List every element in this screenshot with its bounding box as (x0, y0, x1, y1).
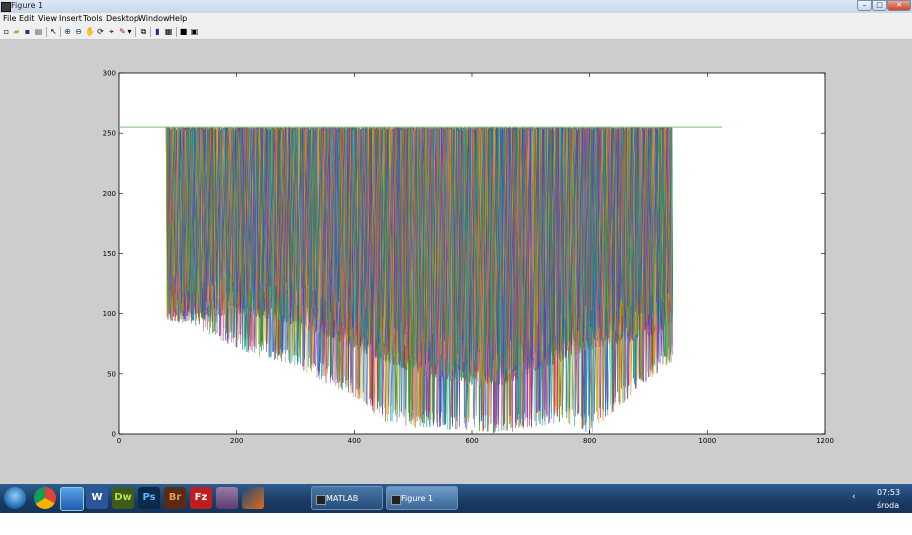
toolbar-separator (176, 27, 177, 37)
menu-window[interactable]: Window (138, 14, 170, 23)
rotate-3d-icon[interactable]: ⟳ (96, 27, 105, 36)
clock-day[interactable]: środa (877, 501, 899, 510)
menu-desktop[interactable]: Desktop (106, 14, 139, 23)
matlab-window-icon (316, 495, 326, 505)
x-tick-label: 1200 (816, 437, 834, 445)
y-tick-label: 150 (103, 250, 116, 258)
menu-help[interactable]: Help (169, 14, 187, 23)
toolbar-separator (60, 27, 61, 37)
windows-taskbar: W Dw Ps Br Fz MATLAB R20... Figure 1 ‹ 0… (0, 484, 912, 527)
toolbar-separator (46, 27, 47, 37)
zoom-in-icon[interactable]: ⊕ (63, 27, 72, 36)
taskbar-window-matlab[interactable]: MATLAB R20... (311, 486, 383, 527)
menu-edit[interactable]: Edit (19, 14, 35, 23)
chevron-down-icon[interactable]: ▾ (127, 27, 132, 36)
close-button[interactable]: ✕ (887, 0, 911, 11)
x-tick-label: 200 (230, 437, 243, 445)
desktop-app-icon[interactable] (60, 487, 84, 511)
x-tick-label: 400 (348, 437, 361, 445)
figure-canvas: 0 200 400 600 800 1000 1200 0 50 100 150 200 250 300 (0, 40, 912, 484)
word-app-icon[interactable]: W (86, 487, 108, 509)
toolbar-separator (150, 27, 151, 37)
virtualbox-app-icon[interactable] (216, 487, 238, 509)
x-tick-label: 0 (117, 437, 121, 445)
title-bar[interactable]: Figure 1 – □ ✕ (0, 0, 912, 13)
menu-tools[interactable]: Tools (83, 14, 103, 23)
new-figure-icon[interactable]: ▫ (2, 27, 11, 36)
figure-window-icon (391, 495, 401, 505)
taskbar-window-figure[interactable]: Figure 1 (386, 486, 458, 510)
figure-window: Figure 1 – □ ✕ File Edit View Insert Too… (0, 0, 912, 484)
clock-time[interactable]: 07:53 (877, 488, 900, 497)
x-tick-label: 600 (465, 437, 478, 445)
y-tick-label: 300 (103, 70, 116, 78)
photoshop-app-icon[interactable]: Ps (138, 487, 160, 509)
zoom-out-icon[interactable]: ⊖ (74, 27, 83, 36)
taskbar-window-label: MATLAB R20... (326, 494, 359, 527)
legend-icon[interactable]: ▦ (164, 27, 173, 36)
open-file-icon[interactable]: ▰ (12, 27, 21, 36)
link-plot-icon[interactable]: ⧉ (139, 27, 148, 36)
window-title: Figure 1 (11, 1, 44, 10)
print-icon[interactable]: ▤ (34, 27, 43, 36)
plot-svg: 0 200 400 600 800 1000 1200 0 50 100 150 200 250 300 (103, 70, 834, 446)
x-tick-label: 800 (583, 437, 596, 445)
data-cursor-icon[interactable]: ⌖ (107, 27, 116, 36)
filezilla-app-icon[interactable]: Fz (190, 487, 212, 509)
toolbar-separator (135, 27, 136, 37)
menu-view[interactable]: View (38, 14, 57, 23)
matlab-figure-icon (1, 2, 11, 12)
show-plot-tools-icon[interactable]: ▣ (190, 27, 199, 36)
x-tick-label: 1000 (698, 437, 716, 445)
figure-toolbar: ▫ ▰ ▪ ▤ ↖ ⊕ ⊖ ✋ ⟳ ⌖ ✎ ▾ ⧉ ▮ ▦ ■ ▣ (0, 25, 912, 40)
menu-insert[interactable]: Insert (59, 14, 82, 23)
matlab-app-icon[interactable] (242, 487, 264, 509)
save-icon[interactable]: ▪ (23, 27, 32, 36)
start-button[interactable] (4, 487, 26, 509)
pan-icon[interactable]: ✋ (85, 27, 95, 36)
edit-plot-icon[interactable]: ↖ (49, 27, 58, 36)
y-tick-label: 50 (107, 370, 116, 378)
dreamweaver-app-icon[interactable]: Dw (112, 487, 134, 509)
show-hidden-icons-icon[interactable]: ‹ (852, 492, 856, 502)
minimize-button[interactable]: – (857, 0, 872, 11)
maximize-button[interactable]: □ (872, 0, 887, 11)
bridge-app-icon[interactable]: Br (164, 487, 186, 509)
colorbar-icon[interactable]: ▮ (153, 27, 162, 36)
taskbar-window-label: Figure 1 (401, 494, 434, 503)
y-tick-label: 100 (103, 310, 116, 318)
menu-file[interactable]: File (3, 14, 16, 23)
brush-icon[interactable]: ✎ (118, 27, 127, 36)
chrome-app-icon[interactable] (34, 487, 56, 509)
hide-plot-tools-icon[interactable]: ■ (179, 27, 188, 36)
menu-bar: File Edit View Insert Tools Desktop Wind… (0, 13, 912, 25)
y-tick-label: 0 (112, 431, 116, 439)
y-tick-label: 250 (103, 130, 116, 138)
y-tick-label: 200 (103, 190, 116, 198)
